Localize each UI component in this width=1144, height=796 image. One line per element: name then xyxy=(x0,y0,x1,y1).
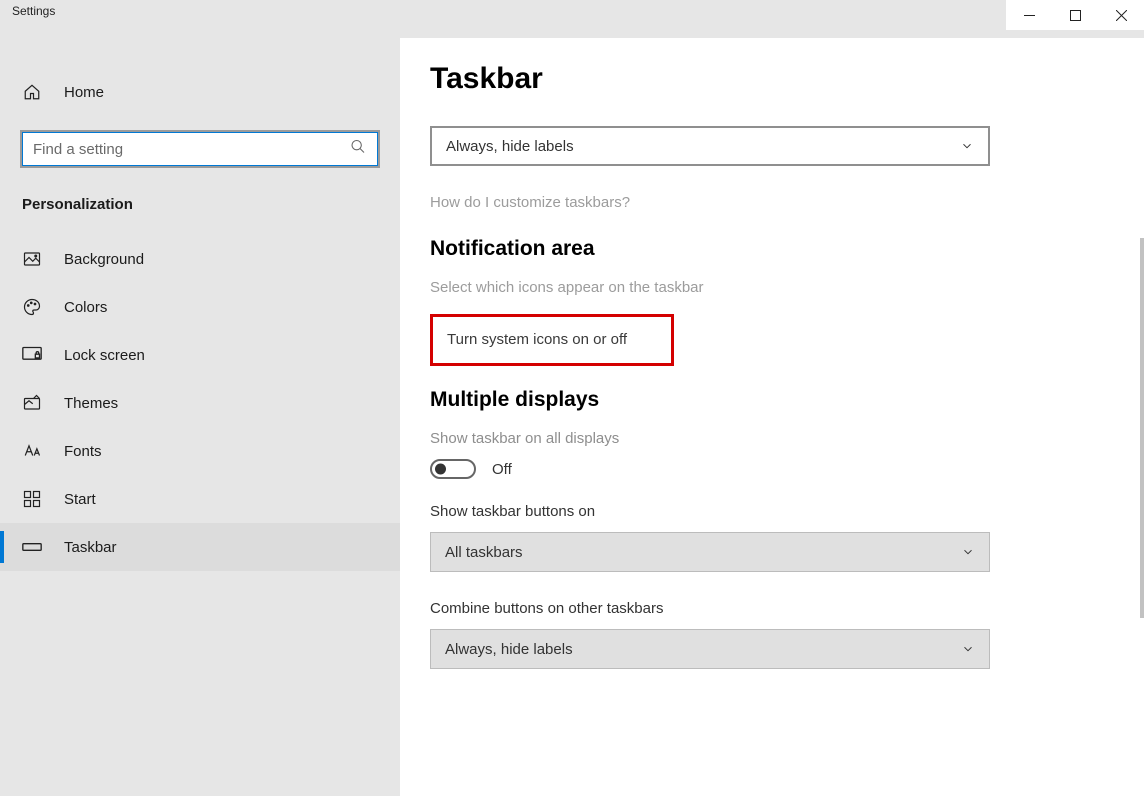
nav-background[interactable]: Background xyxy=(0,235,400,283)
maximize-button[interactable] xyxy=(1052,0,1098,30)
window-title: Settings xyxy=(0,0,67,22)
chevron-down-icon xyxy=(961,545,975,559)
nav-item-label: Colors xyxy=(64,299,107,316)
taskbar-icon xyxy=(22,537,42,557)
highlighted-link-box: Turn system icons on or off xyxy=(430,314,674,366)
dropdown-value: Always, hide labels xyxy=(446,138,574,155)
dropdown-value: All taskbars xyxy=(445,544,523,561)
image-icon xyxy=(22,249,42,269)
combine-dropdown[interactable]: Always, hide labels xyxy=(430,629,990,669)
combine-label: Combine buttons on other taskbars xyxy=(430,600,1144,617)
home-icon xyxy=(22,82,42,102)
show-buttons-label: Show taskbar buttons on xyxy=(430,503,1144,520)
nav-start[interactable]: Start xyxy=(0,475,400,523)
nav-taskbar[interactable]: Taskbar xyxy=(0,523,400,571)
chevron-down-icon xyxy=(960,139,974,153)
system-icons-link[interactable]: Turn system icons on or off xyxy=(447,331,627,348)
show-buttons-dropdown[interactable]: All taskbars xyxy=(430,532,990,572)
select-icons-link[interactable]: Select which icons appear on the taskbar xyxy=(430,279,1144,296)
nav-lock-screen[interactable]: Lock screen xyxy=(0,331,400,379)
show-all-toggle-row: Off xyxy=(430,459,1144,479)
fonts-icon xyxy=(22,441,42,461)
notification-area-heading: Notification area xyxy=(430,237,1144,261)
close-button[interactable] xyxy=(1098,0,1144,30)
nav-item-label: Lock screen xyxy=(64,347,145,364)
sidebar: Home Personalization Background C xyxy=(0,38,400,796)
themes-icon xyxy=(22,393,42,413)
start-icon xyxy=(22,489,42,509)
maximize-icon xyxy=(1070,10,1081,21)
titlebar: Settings xyxy=(0,0,1144,38)
close-icon xyxy=(1116,10,1127,21)
nav-home[interactable]: Home xyxy=(0,68,400,122)
palette-icon xyxy=(22,297,42,317)
multiple-displays-heading: Multiple displays xyxy=(430,388,1144,412)
search-box[interactable] xyxy=(20,130,380,168)
dropdown-value: Always, hide labels xyxy=(445,641,573,658)
scrollbar[interactable] xyxy=(1140,238,1144,618)
chevron-down-icon xyxy=(961,642,975,656)
combine-buttons-dropdown-main[interactable]: Always, hide labels xyxy=(430,126,990,166)
nav-colors[interactable]: Colors xyxy=(0,283,400,331)
lock-screen-icon xyxy=(22,345,42,365)
show-all-displays-label: Show taskbar on all displays xyxy=(430,430,1144,447)
toggle-state-label: Off xyxy=(492,461,512,478)
nav-item-label: Background xyxy=(64,251,144,268)
search-wrap xyxy=(20,130,380,168)
minimize-button[interactable] xyxy=(1006,0,1052,30)
search-input[interactable] xyxy=(33,141,337,158)
nav-item-label: Taskbar xyxy=(64,539,117,556)
show-all-toggle[interactable] xyxy=(430,459,476,479)
minimize-icon xyxy=(1024,10,1035,21)
nav-item-label: Themes xyxy=(64,395,118,412)
section-label: Personalization xyxy=(0,186,400,235)
help-link[interactable]: How do I customize taskbars? xyxy=(430,194,1144,211)
page-title: Taskbar xyxy=(430,62,1144,96)
search-icon xyxy=(350,139,366,160)
nav-themes[interactable]: Themes xyxy=(0,379,400,427)
content-area: Taskbar Always, hide labels How do I cus… xyxy=(400,38,1144,796)
nav-fonts[interactable]: Fonts xyxy=(0,427,400,475)
nav-item-label: Fonts xyxy=(64,443,102,460)
nav-home-label: Home xyxy=(64,84,104,101)
nav-item-label: Start xyxy=(64,491,96,508)
